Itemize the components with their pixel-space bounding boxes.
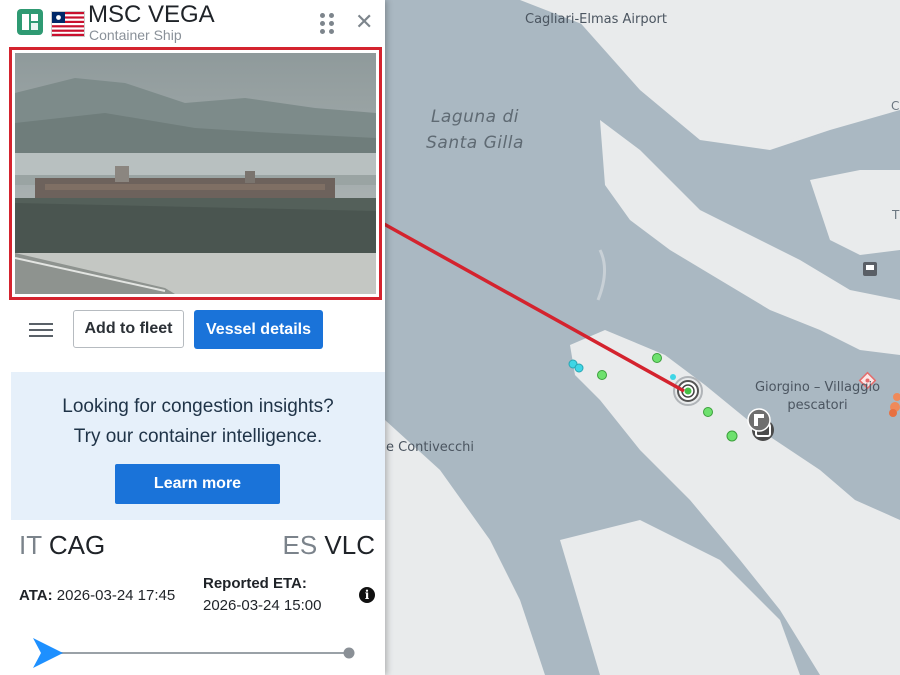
ata-value: 2026-03-24 17:45 <box>56 587 176 604</box>
eta-block: Reported ETA: 2026-03-24 15:00 <box>203 575 321 614</box>
map-label-village-line2: pescatori <box>787 398 848 413</box>
map-label-lagoon-line2: Santa Gilla <box>426 133 524 153</box>
map-label-airport: Cagliari-Elmas Airport <box>525 12 667 27</box>
map-label-edge-c: C <box>891 99 900 113</box>
map-label-lagoon-line1: Laguna di <box>430 107 520 127</box>
map-label-village-line1: Giorgino – Villaggio <box>754 380 881 395</box>
vessel-marker-green <box>726 430 738 442</box>
destination-country-code: ES <box>282 530 318 560</box>
panel-header: MSC VEGA Container Ship ✕ <box>0 0 385 46</box>
vessel-position-arrow-icon <box>33 638 63 668</box>
close-icon[interactable]: ✕ <box>355 10 373 34</box>
add-to-fleet-button[interactable]: Add to fleet <box>73 310 184 348</box>
voyage-progress <box>33 636 363 670</box>
train-station-icon <box>863 262 877 276</box>
promo-line-1: Looking for congestion insights? <box>62 396 334 417</box>
vessel-details-button[interactable]: Vessel details <box>194 310 323 349</box>
vessel-marker-green <box>703 407 713 417</box>
destination-dot <box>343 647 355 659</box>
vessel-marker-green <box>652 353 662 363</box>
origin-port[interactable]: IT CAG <box>19 530 105 561</box>
map-label-edge-t: T <box>892 208 900 222</box>
selected-vessel-marker <box>673 376 703 406</box>
eta-label: Reported ETA: <box>203 575 307 592</box>
vessel-photo[interactable] <box>15 53 376 294</box>
action-bar: Add to fleet Vessel details <box>0 308 385 354</box>
vessel-marker-cyan <box>574 363 584 373</box>
promo-banner: Looking for congestion insights? Try our… <box>11 372 385 520</box>
map-label-contivecchi: e Contivecchi <box>386 440 474 455</box>
destination-port-code: VLC <box>324 530 375 560</box>
hamburger-menu-icon[interactable] <box>29 321 53 339</box>
promo-text: Looking for congestion insights? Try our… <box>11 392 385 452</box>
ata-block: ATA: 2026-03-24 17:45 <box>19 587 175 604</box>
liberia-flag-icon <box>51 11 85 37</box>
origin-country-code: IT <box>19 530 42 560</box>
destination-port[interactable]: ES VLC <box>283 530 376 561</box>
vessel-marker-green <box>597 370 607 380</box>
vessel-panel: MSC VEGA Container Ship ✕ Add to fleet V… <box>0 0 385 675</box>
map-label-lagoon: Laguna di Santa Gilla <box>420 104 530 156</box>
app-logo-icon[interactable] <box>17 9 43 35</box>
drag-handle-icon[interactable] <box>318 11 336 35</box>
learn-more-button[interactable]: Learn more <box>115 464 280 504</box>
vessel-photo-frame[interactable] <box>9 47 382 300</box>
vessel-marker-cyan <box>670 374 676 380</box>
vessel-type: Container Ship <box>89 27 182 43</box>
map-label-village: Giorgino – Villaggio pescatori <box>750 379 885 415</box>
eta-value: 2026-03-24 15:00 <box>203 597 322 614</box>
promo-line-2: Try our container intelligence. <box>73 426 323 447</box>
origin-port-code: CAG <box>48 530 106 560</box>
ata-label: ATA: <box>19 587 53 604</box>
vessel-name: MSC VEGA <box>88 1 215 28</box>
info-icon[interactable]: i <box>359 587 375 603</box>
